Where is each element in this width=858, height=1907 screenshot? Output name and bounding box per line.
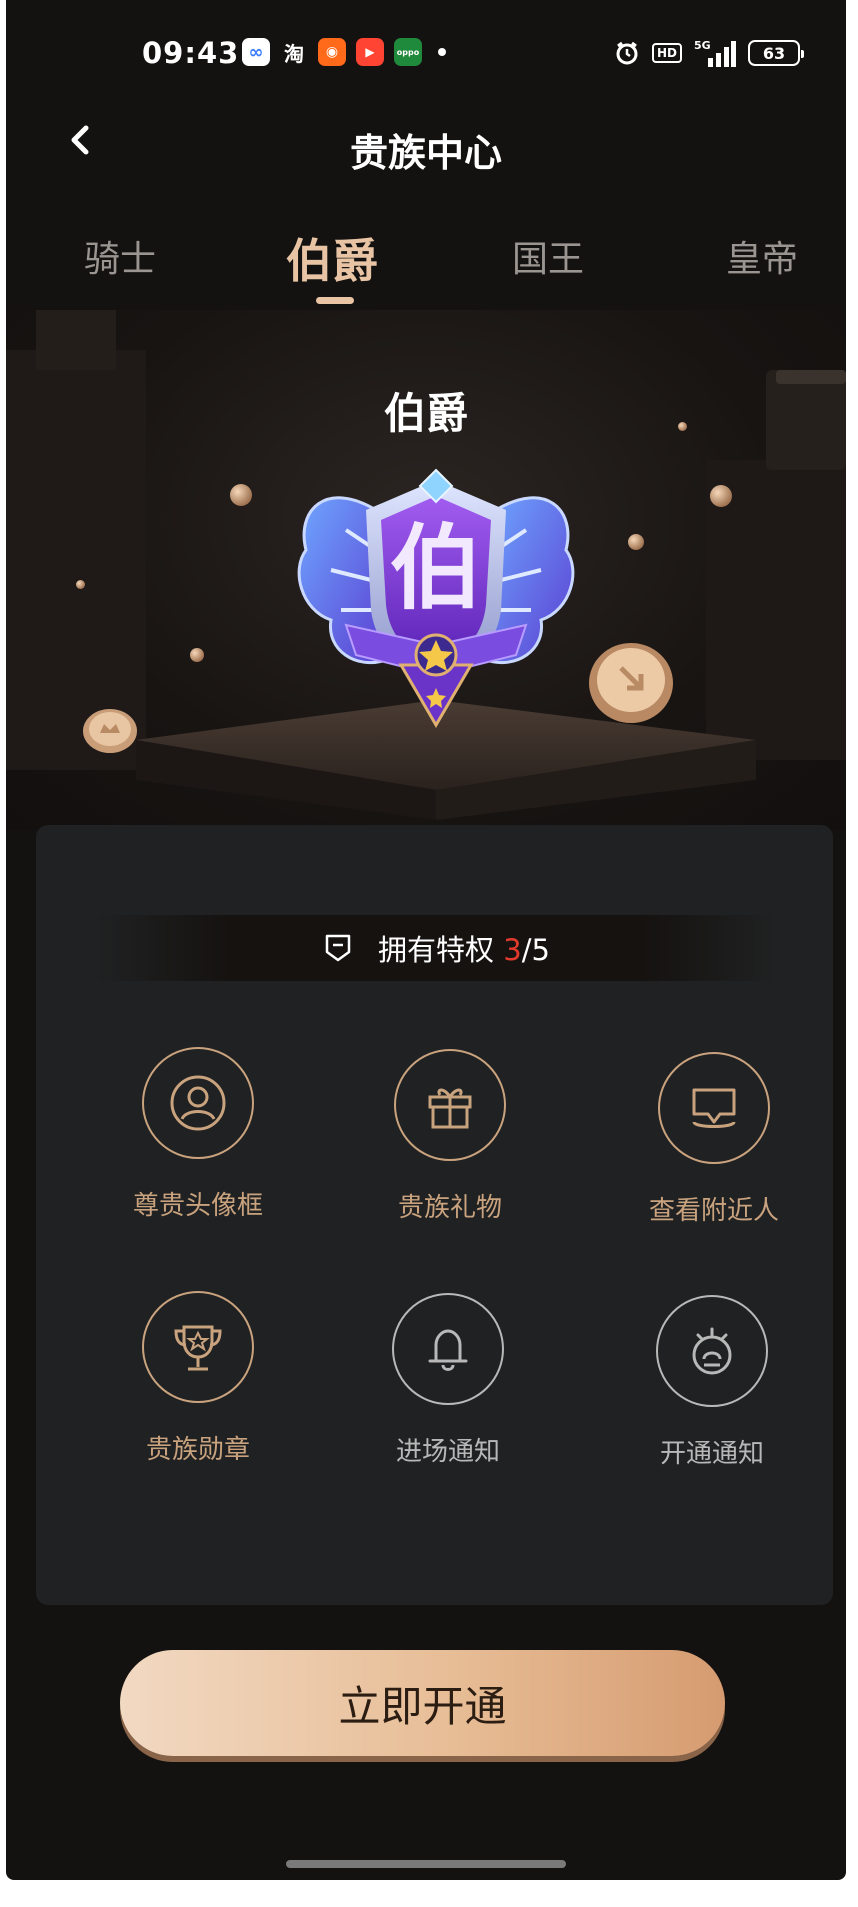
floating-orb xyxy=(710,485,732,507)
rank-title: 伯爵 xyxy=(383,389,468,438)
status-time: 09:43 xyxy=(142,36,240,70)
feature-icon-circle xyxy=(392,1293,504,1405)
rank-badge-icon: 伯 xyxy=(297,468,575,728)
feature-nearby[interactable]: 查看附近人 xyxy=(604,1052,824,1227)
privilege-summary: 拥有特权 3/5 xyxy=(378,927,550,969)
avatar-frame-icon xyxy=(170,1075,226,1131)
gift-icon xyxy=(428,1088,472,1129)
baidu-app-icon: ∞ xyxy=(242,38,270,66)
feature-label: 查看附近人 xyxy=(648,1196,779,1226)
home-indicator[interactable] xyxy=(286,1860,566,1868)
more-notifications-dot xyxy=(438,48,446,56)
phone-screen: 09:43 ∞ 淘 ◉ ▶ oppo HD 5G 63 贵族中心 骑士 伯爵 国… xyxy=(6,0,846,1880)
shield-icon xyxy=(325,934,351,962)
tab-count[interactable]: 伯爵 xyxy=(286,225,378,291)
floating-orb xyxy=(190,648,204,662)
tab-knight[interactable]: 骑士 xyxy=(84,230,156,282)
feature-icon-circle xyxy=(142,1047,254,1159)
system-status: HD 5G 63 xyxy=(614,38,804,68)
feature-label: 开通通知 xyxy=(659,1439,764,1469)
badge-character: 伯 xyxy=(390,515,482,622)
nearby-location-icon xyxy=(692,1088,736,1128)
floating-orb xyxy=(678,422,687,431)
feature-avatar-frame[interactable]: 尊贵头像框 xyxy=(88,1047,308,1222)
feature-icon-circle xyxy=(656,1295,768,1407)
privilege-card: 拥有特权 3/5 尊贵头像框 贵族礼物 查看附近人 贵族勋章 进场通知 开通通知 xyxy=(36,825,833,1605)
tab-king[interactable]: 国王 xyxy=(512,230,584,282)
siren-icon xyxy=(692,1327,732,1375)
trophy-icon xyxy=(174,1325,222,1371)
alarm-icon xyxy=(616,41,638,65)
floating-orb xyxy=(628,534,644,550)
page-title: 贵族中心 xyxy=(349,131,502,175)
feature-label: 进场通知 xyxy=(395,1437,500,1467)
bell-icon xyxy=(428,1329,468,1371)
tab-emperor[interactable]: 皇帝 xyxy=(726,230,798,282)
signal-icon: 5G xyxy=(694,39,736,67)
feature-entry-notice[interactable]: 进场通知 xyxy=(338,1293,558,1468)
feature-icon-circle xyxy=(142,1291,254,1403)
feature-icon-circle xyxy=(658,1052,770,1164)
hd-badge: HD xyxy=(651,43,682,63)
notification-app-icons: ∞ 淘 ◉ ▶ oppo xyxy=(242,38,446,66)
status-bar: 09:43 ∞ 淘 ◉ ▶ oppo HD 5G 63 xyxy=(6,0,846,110)
privilege-owned-count: 3 xyxy=(503,933,522,967)
feature-label: 贵族勋章 xyxy=(145,1435,250,1465)
svg-text:5G: 5G xyxy=(694,39,711,52)
coin-icon xyxy=(589,643,673,723)
video-app-icon: ▶ xyxy=(356,38,384,66)
privilege-separator: / xyxy=(521,933,532,967)
feature-label: 尊贵头像框 xyxy=(132,1191,263,1221)
taobao-app-icon: 淘 xyxy=(280,38,308,66)
activate-now-button[interactable]: 立即开通 xyxy=(120,1650,725,1756)
battery-indicator: 63 xyxy=(748,40,804,66)
oppo-app-icon: oppo xyxy=(394,38,422,66)
privilege-label: 拥有特权 xyxy=(378,933,495,967)
feature-gift[interactable]: 贵族礼物 xyxy=(340,1049,560,1224)
privilege-total-count: 5 xyxy=(531,933,550,967)
feature-label: 贵族礼物 xyxy=(397,1193,502,1223)
privilege-count-bar: 拥有特权 3/5 xyxy=(96,915,776,981)
active-tab-indicator xyxy=(316,297,354,304)
feature-activation-notice[interactable]: 开通通知 xyxy=(602,1295,822,1470)
floating-orb xyxy=(76,580,85,589)
feature-medal[interactable]: 贵族勋章 xyxy=(88,1291,308,1466)
kuaishou-app-icon: ◉ xyxy=(318,38,346,66)
coin-icon xyxy=(83,709,137,753)
feature-icon-circle xyxy=(394,1049,506,1161)
floating-orb xyxy=(230,484,252,506)
